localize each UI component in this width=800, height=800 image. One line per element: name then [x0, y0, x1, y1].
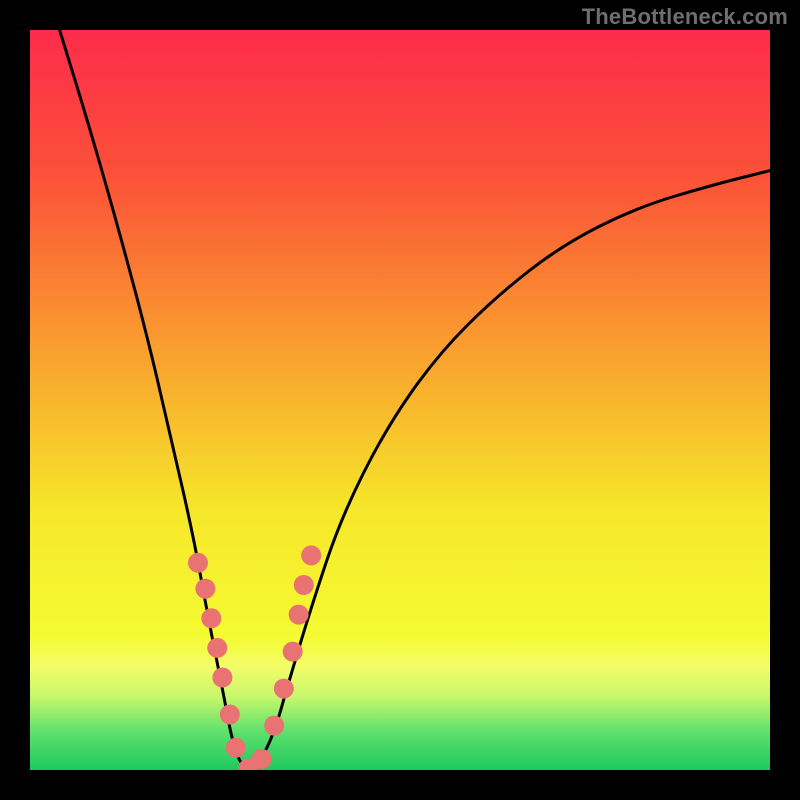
marker-dot — [252, 749, 272, 769]
marker-dot — [207, 638, 227, 658]
marker-dot — [220, 705, 240, 725]
watermark-text: TheBottleneck.com — [582, 4, 788, 30]
marker-dot — [188, 553, 208, 573]
marker-dot — [201, 608, 221, 628]
marker-dot — [283, 642, 303, 662]
marker-dot — [289, 605, 309, 625]
marker-dot — [226, 738, 246, 758]
marker-dot — [195, 579, 215, 599]
marker-dot — [212, 668, 232, 688]
marker-dot — [274, 679, 294, 699]
marker-dot — [264, 716, 284, 736]
plot-area — [30, 30, 770, 770]
marker-dot — [294, 575, 314, 595]
marker-dot — [301, 545, 321, 565]
chart-frame: TheBottleneck.com — [0, 0, 800, 800]
curve-layer — [30, 30, 770, 770]
